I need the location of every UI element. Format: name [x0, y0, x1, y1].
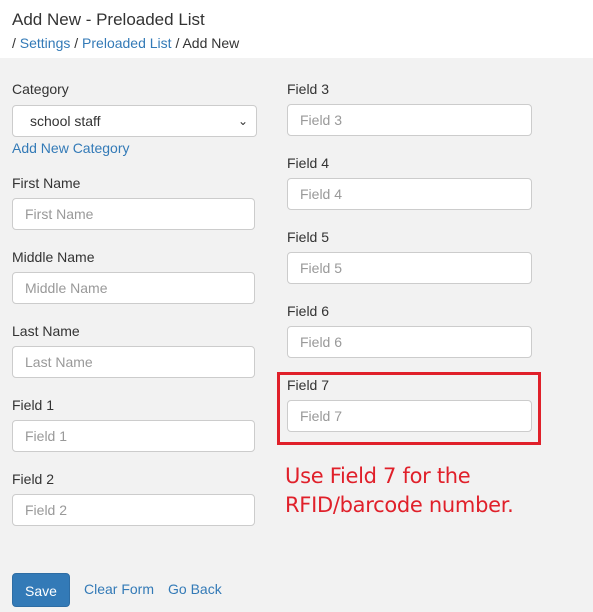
- field1-label: Field 1: [12, 397, 55, 413]
- category-label: Category: [12, 81, 69, 97]
- chevron-down-icon: ⌄: [237, 114, 248, 128]
- breadcrumb-settings[interactable]: Settings: [20, 35, 71, 51]
- field1-input[interactable]: Field 1: [12, 420, 255, 452]
- field4-input[interactable]: Field 4: [287, 178, 532, 210]
- annotation-line-2: RFID/barcode number.: [285, 493, 514, 517]
- last-name-label: Last Name: [12, 323, 80, 339]
- field6-label: Field 6: [287, 303, 330, 319]
- add-new-category-link[interactable]: Add New Category: [12, 140, 130, 156]
- clear-form-link[interactable]: Clear Form: [84, 581, 154, 597]
- field6-input[interactable]: Field 6: [287, 326, 532, 358]
- breadcrumb-separator: /: [12, 35, 16, 51]
- field3-input[interactable]: Field 3: [287, 104, 532, 136]
- field7-input[interactable]: Field 7: [287, 400, 532, 432]
- field5-label: Field 5: [287, 229, 330, 245]
- annotation-note: Use Field 7 for the RFID/barcode number.: [285, 462, 514, 520]
- breadcrumb-current: Add New: [182, 35, 240, 51]
- first-name-input[interactable]: First Name: [12, 198, 255, 230]
- field3-label: Field 3: [287, 81, 330, 97]
- category-value: school staff: [30, 113, 101, 129]
- breadcrumb-separator: /: [175, 35, 180, 51]
- middle-name-label: Middle Name: [12, 249, 95, 265]
- breadcrumb: / Settings / Preloaded List / Add New: [12, 35, 239, 51]
- page-title: Add New - Preloaded List: [12, 10, 205, 29]
- field2-label: Field 2: [12, 471, 55, 487]
- save-button[interactable]: Save: [12, 573, 70, 607]
- annotation-line-1: Use Field 7 for the: [285, 464, 471, 488]
- last-name-input[interactable]: Last Name: [12, 346, 255, 378]
- middle-name-input[interactable]: Middle Name: [12, 272, 255, 304]
- go-back-link[interactable]: Go Back: [168, 581, 222, 597]
- field5-input[interactable]: Field 5: [287, 252, 532, 284]
- breadcrumb-preloaded-list[interactable]: Preloaded List: [82, 35, 172, 51]
- field2-input[interactable]: Field 2: [12, 494, 255, 526]
- field4-label: Field 4: [287, 155, 330, 171]
- first-name-label: First Name: [12, 175, 81, 191]
- field7-label: Field 7: [287, 377, 330, 393]
- page-header: Add New - Preloaded List / Settings / Pr…: [0, 0, 593, 58]
- breadcrumb-separator: /: [74, 35, 79, 51]
- category-select[interactable]: school staff ⌄: [12, 105, 257, 137]
